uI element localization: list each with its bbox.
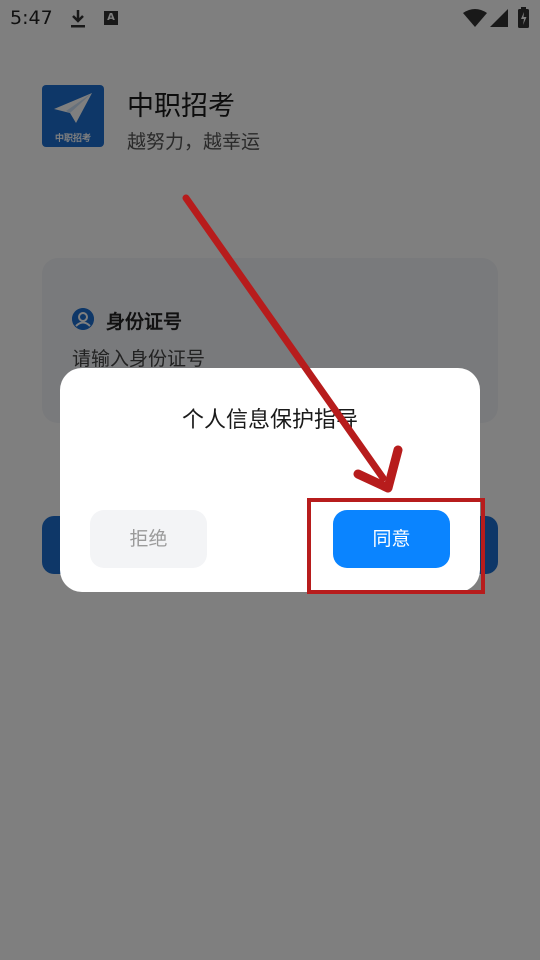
dialog-title: 个人信息保护指导 (181, 408, 358, 433)
reject-button[interactable]: 拒绝 (90, 510, 207, 568)
highlight-box (307, 498, 485, 594)
